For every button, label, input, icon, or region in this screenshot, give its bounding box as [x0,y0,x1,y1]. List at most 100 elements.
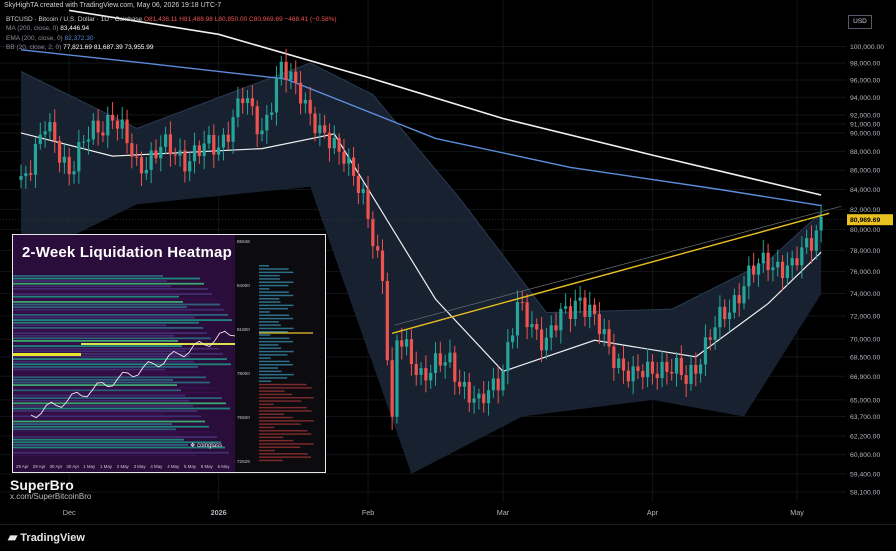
candle-body [212,134,216,155]
profile-bar [259,439,294,442]
publish-line: SkyHighTA created with TradingView.com, … [4,2,222,9]
profile-bar [259,423,301,425]
candle-body [308,99,312,114]
candle-body [298,82,303,104]
candle-body [207,134,211,144]
profile-bar [259,304,294,307]
inset-x-label: 6 May [218,464,231,469]
tradingview-logo[interactable]: ▰ TradingView [8,530,85,544]
time-axis[interactable]: Dec 2026 Feb Mar Apr May [0,502,896,524]
candle-body [323,125,327,133]
current-price-label: 80,969.69 [850,217,880,224]
profile-bar [259,321,279,323]
price-label: 68,500.00 [850,354,880,361]
ema-row[interactable]: EMA (200, close, 0) 82,372.30 [6,34,337,43]
candle-body [226,134,230,142]
profile-bar [259,291,289,293]
heatmap-band [13,420,205,423]
currency-selector[interactable]: USD [848,15,872,29]
candle-body [313,113,317,134]
candle-body [795,258,799,266]
candle-body [106,114,110,136]
profile-bar [259,284,289,287]
candle-body [742,286,746,304]
profile-bar [259,288,270,290]
candle-body [221,134,226,148]
profile-bar [259,377,288,379]
candle-body [327,132,332,149]
bb-row[interactable]: BB (20, close, 2, 0) 77,821.69 81,687.39… [6,43,337,52]
candle-body [265,114,269,131]
candle-body [245,98,250,104]
candle-body [332,138,336,149]
heatmap-band [13,392,218,394]
ema-value: 82,372.30 [64,34,94,42]
candle-body [231,117,235,142]
candle-body [29,173,33,175]
candle-body [679,357,683,376]
profile-bar [259,410,312,412]
price-axis[interactable]: 100,000.00 98,000.00 96,000.00 94,000.00 92,… [846,0,896,502]
profile-bar [259,373,294,376]
price-label: 98,000.00 [850,61,880,68]
heatmap-band [13,399,189,402]
heatmap-band [13,347,219,350]
heatmap-band [13,358,227,360]
candle-body [737,295,741,304]
candle-body [173,154,177,156]
candle-body [183,150,187,172]
candle-body [33,143,38,175]
ohlc-values: O81,438.11 H81,488.98 L80,850.00 C80,969… [144,16,337,23]
heatmap-band [13,295,179,298]
candle-body [544,337,548,351]
candle-body [708,337,712,340]
candle-body [260,130,264,135]
candle-body [139,157,144,174]
price-label: 58,100.00 [850,490,880,497]
candle-body [573,300,577,320]
footer-bar: ▰ TradingView [0,524,896,551]
candle-body [82,141,86,143]
watermark-handle: x.com/SuperBitcoinBro [10,492,92,501]
candle-body [144,169,148,174]
candle-body [337,138,341,152]
profile-bar [259,420,314,422]
profile-bar [259,446,301,448]
candle-body [491,378,495,391]
price-label: 76,000.00 [850,269,880,276]
candle-body [467,382,471,403]
candle-body [405,339,409,347]
price-label: 70,000.00 [850,337,880,344]
candle-body [703,337,708,365]
candle-body [612,346,616,368]
price-label: 60,800.00 [850,452,880,459]
heatmap-band [13,410,197,412]
candle-body [443,362,447,366]
candle-body [241,98,245,104]
heatmap-band [13,425,209,428]
heatmap-band [13,438,184,441]
candle-body [86,139,91,142]
profile-bar [259,443,314,445]
candle-body [458,381,462,387]
candle-body [805,238,809,248]
candle-body [482,393,486,404]
candle-body [718,306,722,328]
candle-body [814,230,818,251]
candle-body [621,358,626,371]
candle-body [361,188,365,194]
inset-y-label: 78000 [237,371,250,376]
candle-body [279,61,283,79]
candle-body [149,150,153,170]
heatmap-band [13,329,170,332]
heatmap-band [13,371,202,373]
candle-body [597,314,601,335]
profile-bar [259,350,294,353]
candle-body [549,325,553,338]
watermark-name: SuperBro [10,477,74,493]
ma-row[interactable]: MA (200, close, 0) 83,446.94 [6,24,337,33]
profile-bar [259,271,294,274]
time-label: Feb [362,508,374,517]
price-label: 84,000.00 [850,187,880,194]
profile-bar [259,317,294,320]
